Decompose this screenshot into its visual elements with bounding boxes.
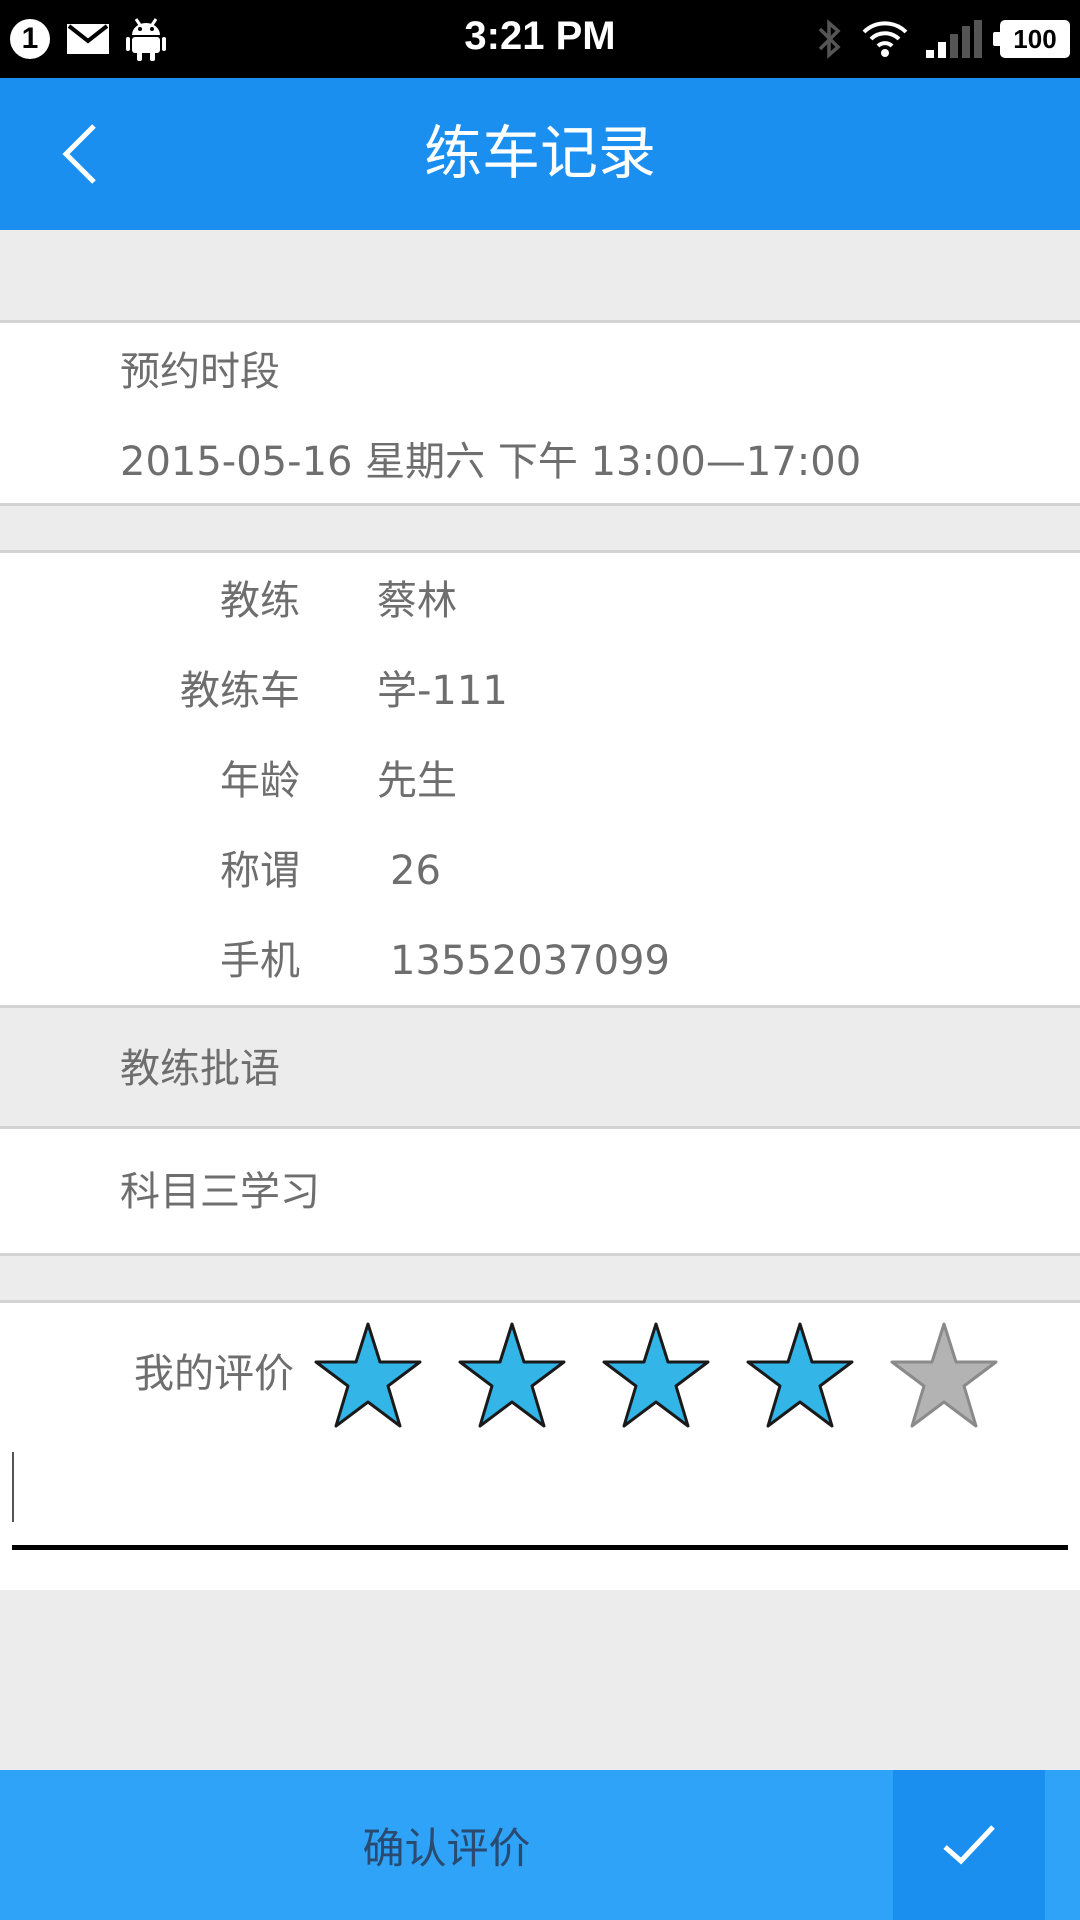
wifi-icon bbox=[862, 21, 908, 57]
signal-icon bbox=[926, 20, 982, 58]
star-rating bbox=[312, 1320, 1000, 1432]
text-caret bbox=[12, 1452, 14, 1522]
coach-info-section: 教练 蔡林 教练车 学-111 年龄 先生 称谓 26 手机 135520370… bbox=[0, 550, 1080, 1008]
my-rating-label: 我的评价 bbox=[134, 1351, 294, 1397]
coach-car-value: 学-111 bbox=[377, 668, 508, 714]
coach-name-label: 教练 bbox=[220, 578, 300, 624]
bottom-bar: 确认评价 bbox=[0, 1770, 1080, 1920]
app-bar: 练车记录 bbox=[0, 78, 1080, 230]
appointment-label: 预约时段 bbox=[120, 349, 280, 395]
coach-age-row: 年龄 先生 bbox=[0, 751, 1080, 811]
coach-phone-value: 13552037099 bbox=[390, 938, 670, 984]
coach-phone-row: 手机 13552037099 bbox=[0, 931, 1080, 991]
star-1-icon[interactable] bbox=[312, 1320, 424, 1432]
appointment-section: 预约时段 2015-05-16 星期六 下午 13:00—17:00 bbox=[0, 320, 1080, 506]
coach-car-row: 教练车 学-111 bbox=[0, 661, 1080, 721]
confirm-rating-label: 确认评价 bbox=[362, 1823, 531, 1873]
check-button[interactable] bbox=[893, 1770, 1045, 1920]
coach-comment-value: 科目三学习 bbox=[120, 1169, 320, 1215]
coach-comment-section: 科目三学习 bbox=[0, 1126, 1080, 1256]
status-bar: 1 3:21 PM 100 bbox=[0, 0, 1080, 78]
battery-icon: 100 bbox=[993, 20, 1070, 58]
page-title: 练车记录 bbox=[423, 119, 656, 187]
rating-comment-input[interactable] bbox=[12, 1446, 1068, 1550]
checkmark-icon bbox=[943, 1825, 995, 1865]
coach-age-value: 先生 bbox=[377, 758, 457, 804]
coach-title-row: 称谓 26 bbox=[0, 841, 1080, 901]
coach-comment-header: 教练批语 bbox=[0, 1008, 1080, 1130]
star-2-icon[interactable] bbox=[456, 1320, 568, 1432]
appointment-value: 2015-05-16 星期六 下午 13:00—17:00 bbox=[120, 439, 862, 485]
coach-name-row: 教练 蔡林 bbox=[0, 571, 1080, 631]
coach-name-value: 蔡林 bbox=[377, 578, 457, 624]
status-right-icons: 100 bbox=[816, 16, 1070, 62]
coach-phone-label: 手机 bbox=[220, 938, 300, 984]
star-3-icon[interactable] bbox=[600, 1320, 712, 1432]
star-4-icon[interactable] bbox=[744, 1320, 856, 1432]
coach-comment-label: 教练批语 bbox=[120, 1046, 280, 1092]
star-5-icon[interactable] bbox=[888, 1320, 1000, 1432]
coach-title-label: 称谓 bbox=[220, 848, 300, 894]
confirm-rating-button[interactable]: 确认评价 bbox=[0, 1770, 893, 1920]
bluetooth-icon bbox=[818, 19, 841, 59]
coach-car-label: 教练车 bbox=[180, 668, 300, 714]
coach-title-value: 26 bbox=[390, 848, 441, 894]
coach-age-label: 年龄 bbox=[220, 758, 300, 804]
